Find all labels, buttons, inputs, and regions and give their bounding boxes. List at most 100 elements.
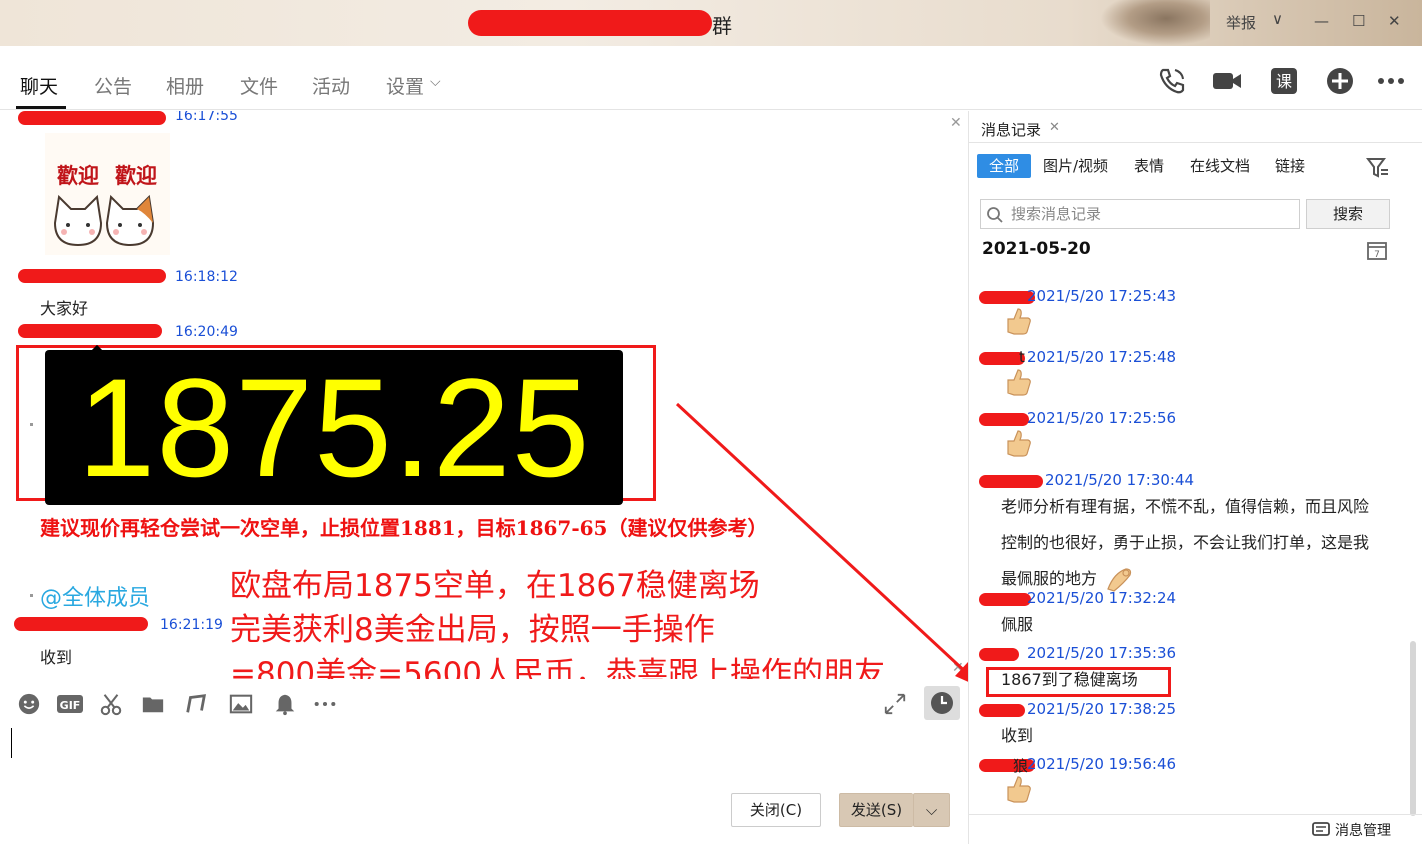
svg-text:课: 课 — [1276, 72, 1292, 91]
tab-files[interactable]: 文件 — [240, 72, 278, 99]
history-time: 2021/5/20 17:25:56 — [1027, 409, 1177, 427]
bullet-dot — [30, 594, 33, 597]
message-text: 收到 — [40, 648, 73, 667]
more-options-icon[interactable] — [1376, 66, 1406, 96]
title-bar: 群 举报 ∨ — ☐ ✕ — [0, 0, 1422, 46]
history-toggle-button[interactable] — [924, 686, 960, 720]
screenshot-scissors-icon[interactable] — [98, 692, 124, 716]
tab-activity[interactable]: 活动 — [312, 72, 350, 99]
message-time: 16:20:49 — [175, 324, 238, 340]
close-history-icon[interactable]: ✕ — [1049, 120, 1060, 135]
sender-name-fragment: t — [1019, 348, 1025, 366]
expand-icon[interactable] — [882, 692, 908, 716]
filter-settings-icon[interactable] — [1366, 157, 1390, 179]
chat-messages-area[interactable]: 16:17:55 歡迎 歡迎 16:18:12 大家好 16:20:49 187… — [0, 111, 968, 679]
gif-icon[interactable]: GIF — [56, 692, 84, 716]
overlay-annotation-line-3: =800美金=5600人民币，恭喜跟上操作的朋友 — [230, 656, 886, 679]
collapse-icon[interactable]: ✕ — [950, 115, 962, 131]
message-manage-icon[interactable] — [1312, 821, 1330, 839]
tab-bar: 聊天 公告 相册 文件 活动 设置 ⌵ 课 — [0, 46, 1422, 110]
text-caret — [11, 728, 12, 758]
redacted-sender — [18, 111, 166, 125]
filter-online-docs[interactable]: 在线文档 — [1190, 154, 1250, 178]
highlight-box-exit — [986, 667, 1171, 697]
report-link[interactable]: 举报 — [1226, 12, 1256, 33]
filter-all[interactable]: 全部 — [977, 154, 1032, 178]
settings-chevron-icon[interactable]: ⌵ — [430, 74, 441, 90]
filter-media[interactable]: 图片/视频 — [1043, 154, 1108, 178]
redacted-sender — [979, 704, 1025, 717]
price-screenshot[interactable]: 1875.25 — [45, 350, 623, 505]
panel-bottom-divider — [969, 814, 1422, 815]
folder-icon[interactable] — [140, 692, 166, 716]
bell-icon[interactable] — [272, 692, 298, 716]
message-text: 大家好 — [40, 299, 89, 318]
history-scrollbar[interactable] — [1410, 641, 1416, 816]
history-message-line: 老师分析有理有据，不慌不乱，值得信赖，而且风险 — [1001, 497, 1370, 516]
send-options-chevron-icon[interactable]: ⌵ — [913, 793, 950, 827]
image-icon[interactable] — [228, 692, 254, 716]
history-time: 2021/5/20 17:25:48 — [1027, 348, 1177, 366]
trade-advice-text: 建议现价再轻仓尝试一次空单，止损位置1881，目标1867-65（建议仅供参考） — [40, 516, 768, 540]
clock-icon — [931, 692, 953, 714]
bullet-dot — [30, 423, 33, 426]
history-date: 2021-05-20 — [982, 239, 1091, 259]
calendar-day-label: 7 — [1374, 250, 1380, 260]
message-time: 16:21:19 — [160, 617, 223, 633]
scroll-bottom-icon[interactable]: ✕ — [952, 660, 964, 676]
history-time: 2021/5/20 19:56:46 — [1027, 755, 1177, 773]
minimize-button[interactable]: — — [1314, 12, 1329, 30]
calendar-icon[interactable]: 7 — [1367, 240, 1387, 260]
search-icon — [987, 207, 1003, 223]
redacted-sender — [18, 324, 162, 338]
message-input[interactable] — [0, 726, 968, 844]
sticker-text-2: 歡迎 — [115, 163, 157, 188]
history-time: 2021/5/20 17:32:24 — [1027, 589, 1177, 607]
active-tab-underline — [16, 106, 66, 109]
voice-call-icon[interactable] — [1157, 66, 1187, 96]
message-time: 16:18:12 — [175, 269, 238, 285]
lesson-icon[interactable]: 课 — [1269, 66, 1299, 96]
history-time: 2021/5/20 17:35:36 — [1027, 644, 1177, 662]
message-manage-link[interactable]: 消息管理 — [1335, 820, 1391, 840]
input-toolbar: GIF — [0, 680, 968, 726]
history-message-text: 佩服 — [1001, 615, 1034, 634]
welcome-cats-image: 歡迎 歡迎 — [53, 163, 157, 247]
video-call-icon[interactable] — [1212, 66, 1242, 96]
redacted-sender — [979, 475, 1043, 488]
maximize-button[interactable]: ☐ — [1352, 12, 1365, 30]
overlay-annotation-line-1: 欧盘布局1875空单，在1867稳健离场 — [230, 568, 760, 604]
window-title-suffix: 群 — [712, 14, 732, 38]
history-search-input[interactable]: 搜索消息记录 — [980, 199, 1300, 229]
close-button[interactable]: ✕ — [1388, 12, 1401, 30]
send-button[interactable]: 发送(S) — [839, 793, 913, 827]
chevron-down-icon[interactable]: ∨ — [1272, 10, 1283, 28]
message-history-panel: 消息记录 ✕ 全部 图片/视频 表情 在线文档 链接 搜索消息记录 搜索 202… — [968, 111, 1422, 844]
history-time: 2021/5/20 17:38:25 — [1027, 700, 1177, 718]
mention-all-members[interactable]: @全体成员 — [40, 580, 150, 612]
panel-divider — [969, 142, 1422, 143]
tab-settings[interactable]: 设置 — [386, 72, 424, 99]
history-message-line: 控制的也很好，勇于止损，不会让我们打单，这是我 — [1001, 533, 1370, 552]
close-chat-button[interactable]: 关闭(C) — [731, 793, 821, 827]
tab-announcement[interactable]: 公告 — [94, 72, 132, 99]
redacted-group-name — [468, 10, 712, 36]
history-time: 2021/5/20 17:25:43 — [1027, 287, 1177, 305]
filter-links[interactable]: 链接 — [1275, 154, 1305, 178]
history-message-text: 收到 — [1001, 726, 1034, 745]
emoji-icon[interactable] — [16, 692, 42, 716]
title-background-decoration — [1100, 0, 1210, 46]
add-app-icon[interactable] — [1325, 66, 1355, 96]
message-time: 16:17:55 — [175, 111, 238, 124]
filter-emoji[interactable]: 表情 — [1134, 154, 1164, 178]
gif-label: GIF — [60, 699, 81, 712]
tab-album[interactable]: 相册 — [166, 72, 204, 99]
history-search-button[interactable]: 搜索 — [1306, 199, 1390, 229]
music-icon[interactable] — [183, 692, 209, 716]
history-time: 2021/5/20 17:30:44 — [1045, 471, 1195, 489]
redacted-sender — [979, 593, 1031, 606]
tab-chat[interactable]: 聊天 — [20, 72, 58, 99]
welcome-sticker[interactable]: 歡迎 歡迎 — [45, 133, 170, 255]
more-tools-icon[interactable] — [312, 692, 338, 716]
history-tab[interactable]: 消息记录 — [981, 119, 1041, 140]
